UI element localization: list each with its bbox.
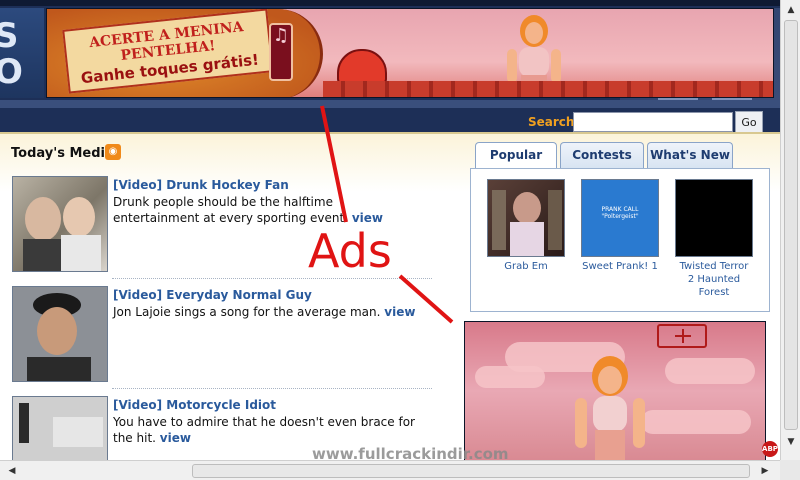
browser-viewport: S O ACERTE A MENINA PENTELHA! Ganhe toqu… <box>0 0 780 460</box>
adblock-plus-icon[interactable]: ABP <box>762 441 778 457</box>
watermark-text: www.fullcrackindir.com <box>312 445 509 460</box>
scroll-up-arrow-icon[interactable]: ▲ <box>783 2 799 18</box>
horizontal-scroll-thumb[interactable] <box>192 464 750 478</box>
vertical-scroll-thumb[interactable] <box>784 20 798 430</box>
scroll-right-arrow-icon[interactable]: ▶ <box>757 463 773 479</box>
ads-annotation-label: Ads <box>308 224 392 278</box>
horizontal-scrollbar[interactable]: ◀ ▶ <box>0 460 780 480</box>
scrollbar-corner <box>780 460 800 480</box>
scroll-left-arrow-icon[interactable]: ◀ <box>4 463 20 479</box>
abp-label: ABP <box>762 445 778 453</box>
vertical-scrollbar[interactable]: ▲ ▼ <box>780 0 800 460</box>
scroll-down-arrow-icon[interactable]: ▼ <box>783 434 799 450</box>
